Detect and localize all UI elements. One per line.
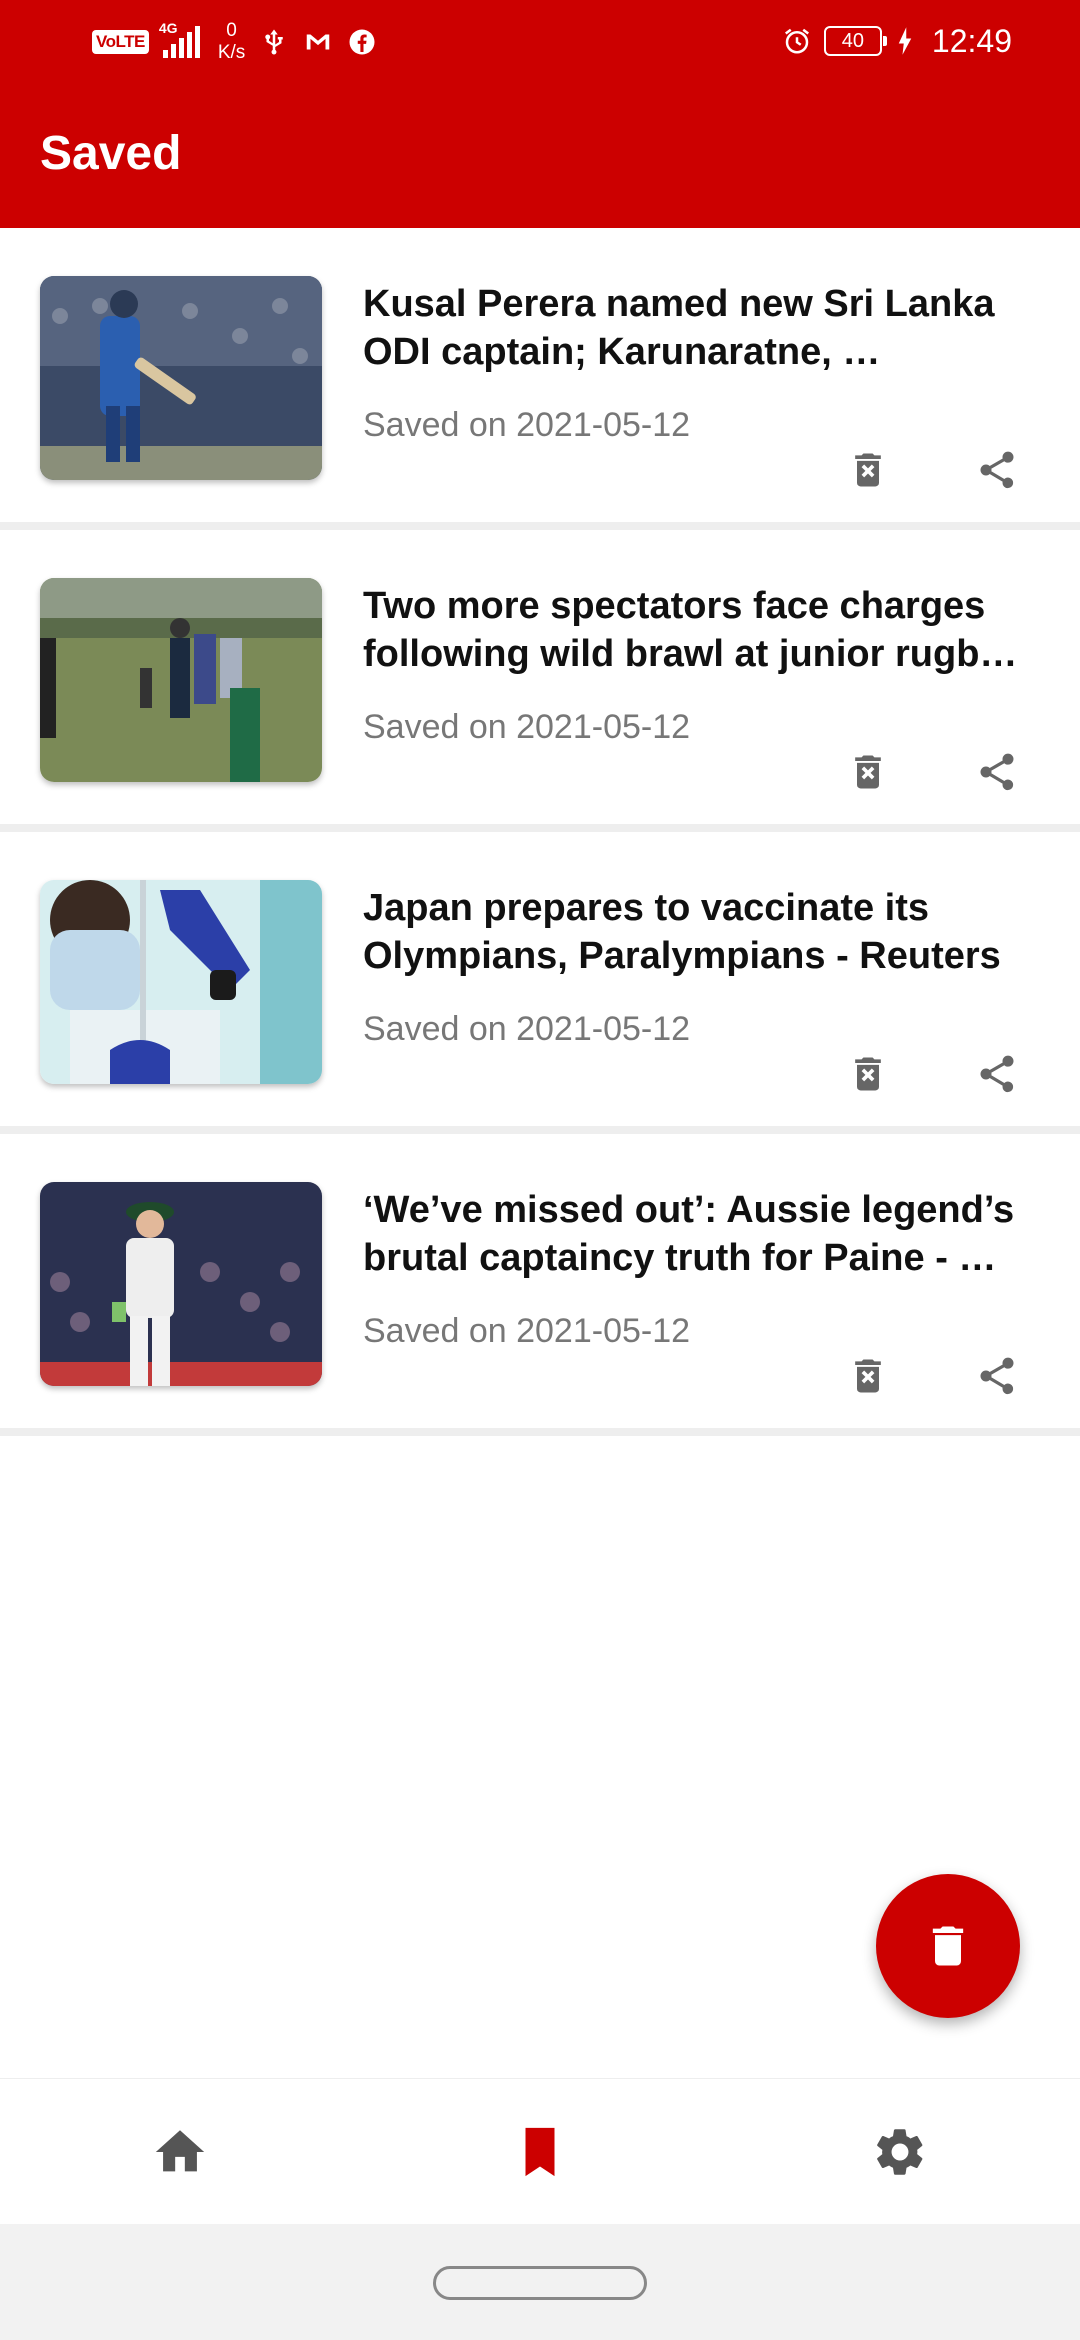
battery-indicator: 40 [823,26,887,56]
share-icon [980,1357,1014,1395]
share-button[interactable] [969,1348,1025,1404]
article-title[interactable]: ‘We’ve missed out’: Aussie legend’s brut… [363,1186,1023,1282]
facebook-icon [349,29,375,55]
saved-date: Saved on 2021-05-12 [363,406,691,444]
share-button[interactable] [969,1046,1025,1102]
saved-date: Saved on 2021-05-12 [363,1312,691,1350]
saved-article-card[interactable]: ‘We’ve missed out’: Aussie legend’s brut… [0,1134,1080,1436]
charging-icon [898,27,912,55]
delete-all-icon [932,1926,964,1966]
network-type: 4G [158,20,178,36]
nav-settings[interactable] [720,2079,1080,2225]
nav-home[interactable] [0,2079,360,2225]
usb-icon [265,29,284,55]
status-right-icons: 40 12:49 [782,18,1012,64]
delete-icon [855,453,881,487]
status-bar: VoLTE 4G 0 K/s 40 12:49 [0,0,1080,84]
article-thumbnail [40,1182,322,1386]
saved-date: Saved on 2021-05-12 [363,1010,691,1048]
system-gesture-bar [0,2224,1080,2340]
delete-button[interactable] [840,442,896,498]
signal-icon: 4G [159,20,200,58]
bottom-navigation [0,2078,1080,2224]
article-title[interactable]: Kusal Perera named new Sri Lanka ODI cap… [363,280,1023,376]
share-icon [980,451,1014,489]
delete-icon [855,755,881,789]
share-button[interactable] [969,442,1025,498]
saved-date: Saved on 2021-05-12 [363,708,691,746]
settings-icon [877,2129,923,2175]
delete-all-button[interactable] [876,1874,1020,2018]
article-title[interactable]: Two more spectators face charges followi… [363,582,1023,678]
article-title[interactable]: Japan prepares to vaccinate its Olympian… [363,884,1023,980]
home-icon [155,2130,205,2172]
status-left-icons: VoLTE 4G 0 K/s [92,20,377,64]
speed-value: 0 [226,20,237,41]
page-title: Saved [40,127,182,180]
saved-article-card[interactable]: Kusal Perera named new Sri Lanka ODI cap… [0,228,1080,530]
volte-indicator: VoLTE [92,30,149,54]
share-button[interactable] [969,744,1025,800]
speed-unit: K/s [217,42,246,63]
alarm-icon [784,28,809,54]
network-speed: 0 K/s [218,20,245,64]
delete-button[interactable] [840,744,896,800]
share-icon [980,1055,1014,1093]
gmail-icon [307,34,330,50]
article-thumbnail [40,578,322,782]
share-icon [980,753,1014,791]
delete-icon [855,1359,881,1393]
home-gesture-handle[interactable] [433,2266,647,2300]
article-thumbnail [40,880,322,1084]
clock: 12:49 [931,22,1012,59]
bookmark-icon [525,2127,555,2177]
delete-button[interactable] [840,1046,896,1102]
saved-articles-list: Kusal Perera named new Sri Lanka ODI cap… [0,228,1080,1436]
app-header: VoLTE 4G 0 K/s 40 12:49 Saved [0,0,1080,228]
delete-icon [855,1057,881,1091]
article-thumbnail [40,276,322,480]
nav-saved[interactable] [360,2079,720,2225]
delete-button[interactable] [840,1348,896,1404]
saved-article-card[interactable]: Japan prepares to vaccinate its Olympian… [0,832,1080,1134]
saved-article-card[interactable]: Two more spectators face charges followi… [0,530,1080,832]
